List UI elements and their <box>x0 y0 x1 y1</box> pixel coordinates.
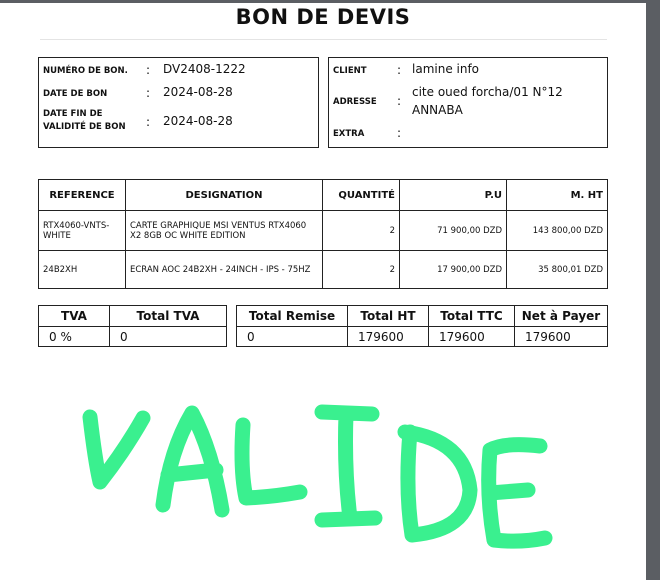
stamp-letter-l <box>234 417 308 506</box>
stamp-letter-v <box>82 409 151 490</box>
stamp-letter-a <box>155 405 230 518</box>
stamp-letter-d <box>397 424 478 543</box>
valide-handwritten-stamp <box>82 404 553 549</box>
stamp-letter-i <box>314 404 383 528</box>
stamp-letter-e <box>481 437 553 549</box>
